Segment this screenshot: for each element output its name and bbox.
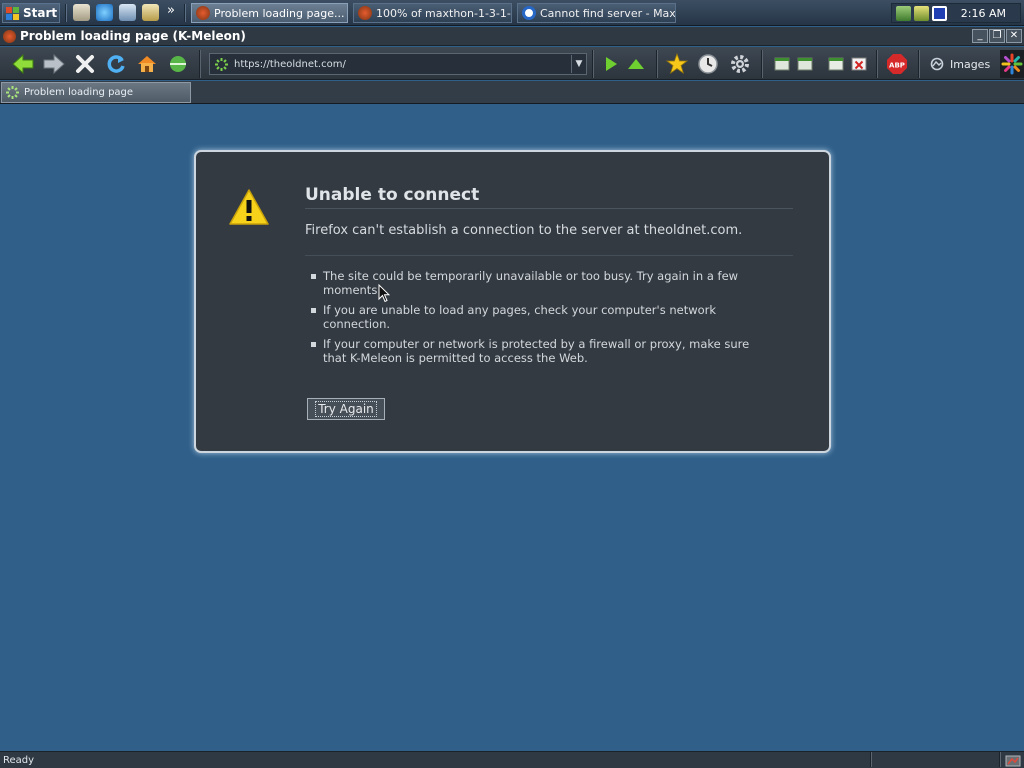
loading-spinner-icon (6, 86, 19, 99)
reason-item: If you are unable to load any pages, che… (305, 303, 775, 331)
bookmarks-button[interactable] (665, 52, 689, 76)
tab-label: Problem loading page (24, 87, 134, 98)
adblock-icon: ABP (887, 54, 907, 74)
quick-launch-overflow-icon[interactable]: » (167, 3, 175, 18)
back-button[interactable] (11, 52, 35, 76)
description-divider (305, 255, 793, 256)
network-icon[interactable] (896, 5, 911, 21)
taskbar-window-label: 100% of maxthon-1-3-1-... (376, 6, 512, 20)
taskbar-window-label: Problem loading page... (214, 6, 345, 20)
reason-item: If your computer or network is protected… (305, 337, 775, 365)
window-previous-button[interactable] (770, 52, 794, 76)
security-icon[interactable] (914, 5, 929, 21)
reload-icon (107, 55, 125, 73)
search-icon[interactable] (142, 4, 159, 21)
taskbar-separator (65, 4, 67, 22)
status-separator (999, 752, 1001, 767)
start-label: Start (23, 6, 58, 20)
images-toggle-button[interactable]: Images (930, 56, 990, 72)
stop-button[interactable] (73, 52, 97, 76)
status-text: Ready (3, 754, 35, 766)
close-window-button[interactable]: ✕ (1006, 29, 1022, 43)
window-title: Problem loading page (K-Meleon) (20, 29, 246, 43)
images-label: Images (950, 57, 991, 71)
throbber-icon (1001, 53, 1023, 75)
toolbar-separator (199, 50, 201, 78)
kmeleon-icon (358, 6, 372, 20)
window-next-icon (797, 57, 813, 71)
globe-icon (170, 56, 186, 72)
gear-icon (731, 55, 749, 73)
taskbar-separator (184, 4, 186, 22)
home-button[interactable] (135, 52, 159, 76)
url-input[interactable] (234, 58, 566, 70)
url-bar[interactable]: ▼ (209, 53, 587, 75)
window-prev-icon (774, 57, 790, 71)
outlook-express-icon[interactable] (119, 4, 136, 21)
toolbar-separator (656, 50, 658, 78)
show-desktop-icon[interactable] (73, 4, 90, 21)
reason-item: The site could be temporarily unavailabl… (305, 269, 775, 297)
close-tab-button[interactable] (847, 52, 871, 76)
try-again-label: Try Again (315, 401, 377, 417)
loading-spinner-icon (215, 57, 228, 71)
toolbar-separator (918, 50, 920, 78)
windows-logo-icon (6, 6, 19, 20)
error-description: Firefox can't establish a connection to … (305, 223, 743, 238)
status-security-icon[interactable] (1005, 753, 1021, 767)
taskbar-window-kmeleon[interactable]: Problem loading page... (191, 3, 348, 23)
forward-button[interactable] (42, 52, 66, 76)
new-window-icon (828, 57, 844, 71)
maxthon-tray-icon[interactable] (932, 5, 947, 21)
history-button[interactable] (696, 52, 720, 76)
kmeleon-icon (3, 29, 16, 43)
taskbar-window-maxthon[interactable]: Cannot find server - Maxt... (517, 3, 676, 23)
home-icon (138, 56, 156, 72)
taskbar-window-label: Cannot find server - Maxt... (540, 6, 676, 20)
error-title: Unable to connect (305, 185, 480, 205)
stop-x-icon (76, 55, 94, 73)
go-button[interactable] (599, 52, 623, 76)
kmeleon-icon (196, 6, 210, 20)
images-icon (930, 57, 944, 71)
window-next-button[interactable] (793, 52, 817, 76)
new-window-button[interactable] (824, 52, 848, 76)
warning-icon (229, 189, 269, 225)
svg-text:ABP: ABP (889, 62, 905, 70)
url-dropdown-button[interactable]: ▼ (571, 55, 586, 73)
up-arrow-icon (628, 59, 644, 69)
maxthon-icon (522, 6, 536, 20)
up-level-button[interactable] (624, 52, 648, 76)
reload-button[interactable] (104, 52, 128, 76)
start-button[interactable]: Start (2, 3, 60, 23)
kmeleon-home-button[interactable] (166, 52, 190, 76)
throbber (1000, 50, 1024, 78)
forward-arrow-icon (43, 53, 65, 75)
status-separator (870, 752, 872, 767)
restore-button[interactable]: ❐ (989, 29, 1005, 43)
minimize-button[interactable]: _ (972, 29, 988, 43)
taskbar-window-download[interactable]: 100% of maxthon-1-3-1-... (353, 3, 512, 23)
toolbar-separator (761, 50, 763, 78)
window-title-bar[interactable]: Problem loading page (K-Meleon) (0, 27, 1024, 46)
adblock-button[interactable]: ABP (885, 52, 909, 76)
error-card: Unable to connect Firefox can't establis… (194, 150, 831, 453)
toolbar-separator (592, 50, 594, 78)
close-window-icon (851, 57, 867, 71)
star-icon (666, 53, 688, 75)
tab-problem-loading[interactable]: Problem loading page (1, 82, 191, 103)
toolbar-separator (876, 50, 878, 78)
back-arrow-icon (12, 53, 34, 75)
system-tray: 2:16 AM (891, 3, 1021, 23)
clock-icon (698, 54, 718, 74)
mouse-cursor-icon (378, 284, 390, 303)
preferences-button[interactable] (728, 52, 752, 76)
clock[interactable]: 2:16 AM (961, 7, 1006, 20)
internet-explorer-icon[interactable] (96, 4, 113, 21)
title-divider (305, 208, 793, 209)
go-arrow-icon (606, 57, 617, 71)
try-again-button[interactable]: Try Again (307, 398, 385, 420)
